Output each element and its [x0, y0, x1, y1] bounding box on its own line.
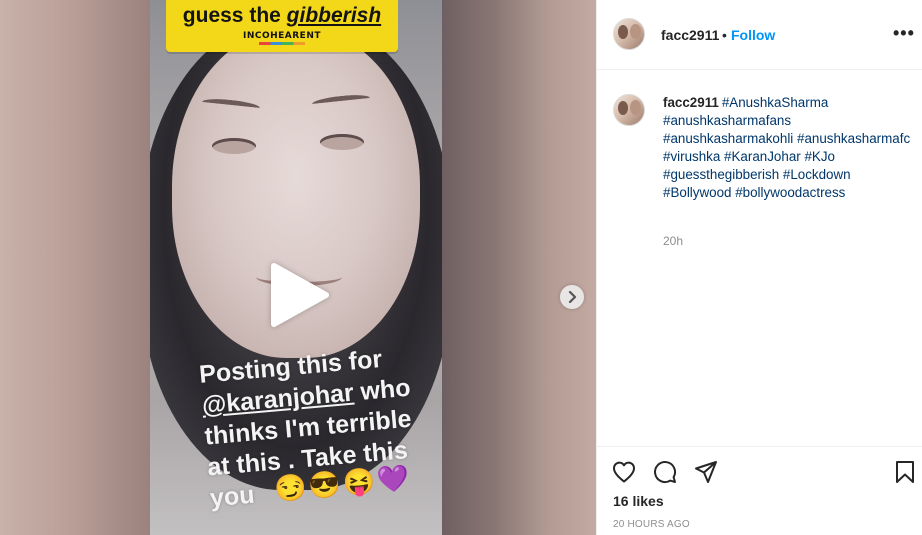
avatar[interactable] — [613, 94, 645, 126]
header-username[interactable]: facc2911 — [661, 27, 719, 43]
hashtag-link[interactable]: #bollywoodactress — [735, 185, 845, 200]
hashtag-link[interactable]: #KJo — [804, 149, 835, 164]
hashtag-link[interactable]: #Bollywood — [663, 185, 731, 200]
hashtag-link[interactable]: #Lockdown — [783, 167, 851, 182]
like-button[interactable] — [611, 459, 637, 485]
hashtag-link[interactable]: #guessthegibberish — [663, 167, 779, 182]
post-details-panel: facc2911 • Follow ••• facc2911 #AnushkaSh… — [596, 0, 922, 535]
hashtag-link[interactable]: #KaranJohar — [724, 149, 801, 164]
chevron-right-icon — [568, 291, 577, 303]
sticker-brand: INCOHEARENT — [242, 31, 322, 41]
blurred-background-left — [0, 0, 150, 535]
likes-count[interactable]: 16 likes — [613, 493, 664, 509]
eyebrow-left — [201, 96, 261, 114]
caption-comment: facc2911 #AnushkaSharma #anushkasharmafan… — [597, 70, 922, 446]
more-options-icon[interactable]: ••• — [893, 23, 915, 44]
follow-button[interactable]: Follow — [731, 27, 775, 43]
sticker-brand-bar — [259, 42, 305, 45]
comment-author[interactable]: facc2911 — [663, 95, 719, 110]
save-button[interactable] — [892, 459, 918, 485]
comment-timestamp[interactable]: 20h — [663, 234, 683, 248]
hashtag-link[interactable]: #anushkasharmafans — [663, 113, 791, 128]
game-sticker: guess the gibberish INCOHEARENT — [166, 0, 398, 52]
separator-dot: • — [722, 27, 727, 43]
hashtag-link[interactable]: #virushka — [663, 149, 720, 164]
hashtag-link[interactable]: #anushkasharmafc — [797, 131, 910, 146]
avatar[interactable] — [613, 18, 645, 50]
hashtag-link[interactable]: #AnushkaSharma — [722, 95, 828, 110]
bookmark-icon — [896, 461, 914, 483]
comment-button[interactable] — [652, 459, 678, 485]
sticker-title: guess the gibberish — [182, 4, 382, 27]
blurred-background-right — [442, 0, 596, 535]
comment-icon — [654, 461, 677, 484]
share-button[interactable] — [693, 459, 719, 485]
hashtag-link[interactable]: #anushkasharmakohli — [663, 131, 793, 146]
sticker-title-emphasis: gibberish — [286, 4, 382, 27]
post-timestamp: 20 HOURS AGO — [613, 519, 690, 530]
play-icon[interactable] — [268, 262, 332, 328]
next-media-button[interactable] — [560, 285, 584, 309]
comment-text: facc2911 #AnushkaSharma #anushkasharmafan… — [663, 94, 911, 202]
share-icon — [695, 461, 717, 483]
eyebrow-right — [311, 92, 371, 110]
post-header: facc2911 • Follow ••• — [597, 0, 922, 70]
post-media[interactable]: guess the gibberish INCOHEARENT Posting … — [0, 0, 596, 535]
post-actions: 16 likes 20 HOURS AGO — [597, 446, 922, 535]
eye-right — [320, 134, 364, 150]
eye-left — [212, 138, 256, 154]
heart-icon — [613, 461, 635, 483]
